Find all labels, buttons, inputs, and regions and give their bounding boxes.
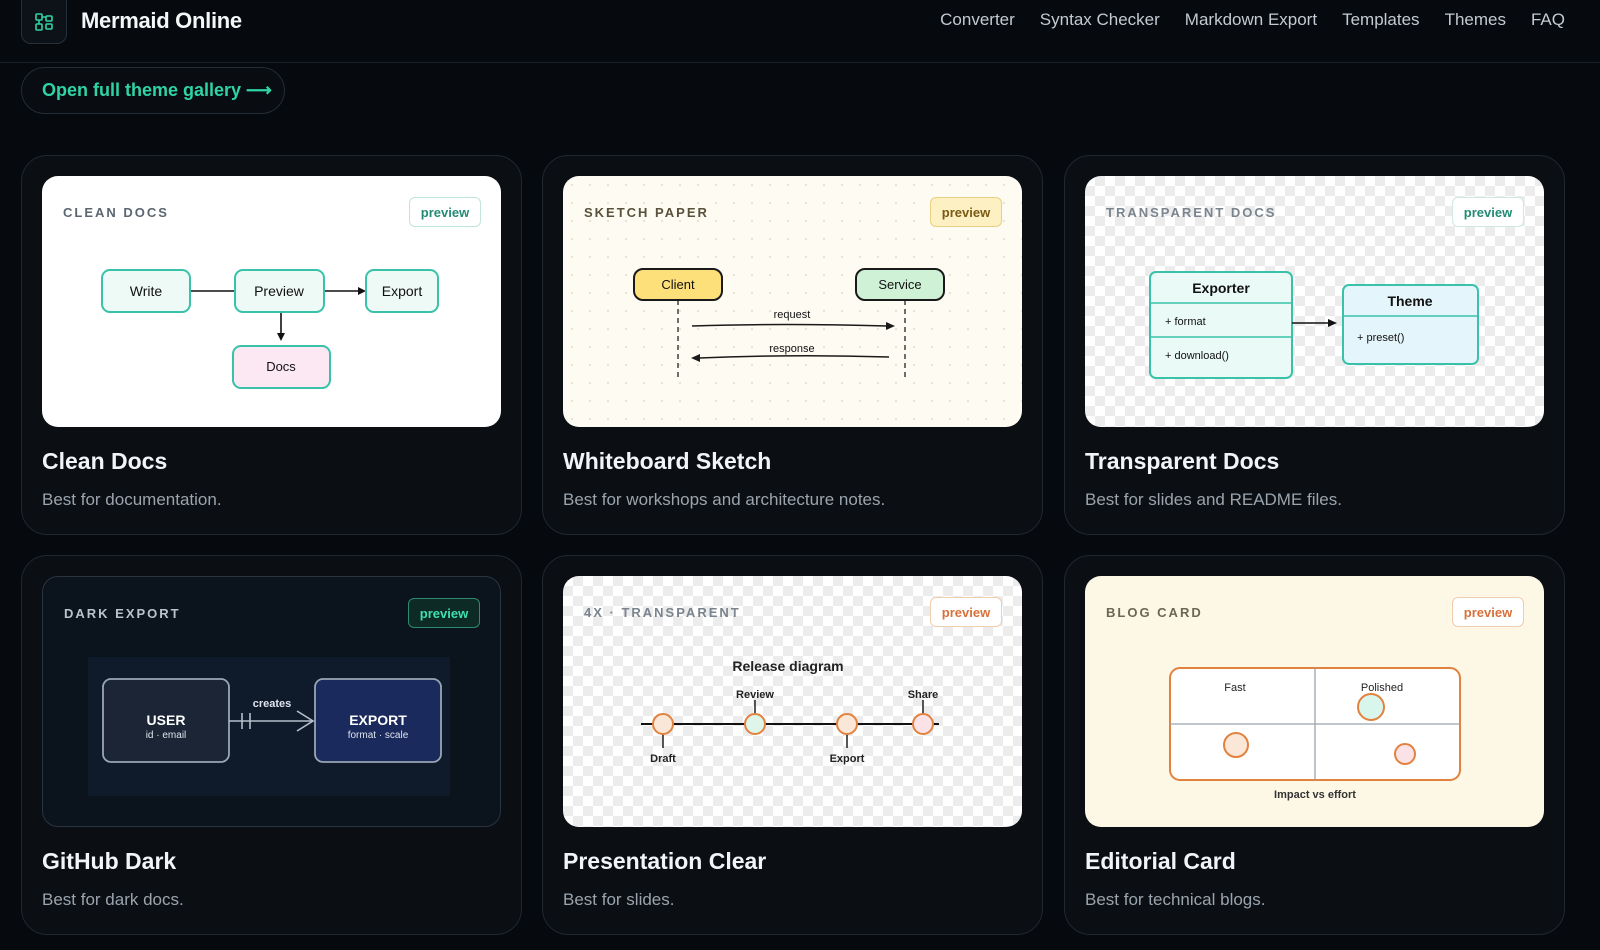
theme-preview: Client Service request response SKETCH P…: [563, 176, 1022, 427]
nav-link-themes[interactable]: Themes: [1445, 10, 1506, 30]
entity-name: EXPORT: [349, 712, 407, 728]
flow-node-label: Write: [130, 283, 163, 299]
flow-node-label: Preview: [254, 283, 305, 299]
preview-title: CLEAN DOCS: [63, 205, 169, 220]
entity-attributes: id · email: [146, 730, 187, 741]
quadrant-label: Fast: [1224, 682, 1245, 694]
quadrant-point: [1357, 693, 1385, 721]
timeline-point: [912, 713, 934, 735]
nav-link-faq[interactable]: FAQ: [1531, 10, 1565, 30]
quadrant-label: Polished: [1361, 682, 1403, 694]
preview-badge[interactable]: preview: [409, 197, 481, 227]
preview-title: BLOG CARD: [1106, 605, 1203, 620]
class-name: Exporter: [1192, 280, 1250, 296]
diagram-title: Release diagram: [732, 658, 843, 674]
relation-label: creates: [253, 698, 292, 710]
class-method: + preset(): [1357, 332, 1404, 344]
theme-title: Clean Docs: [42, 448, 168, 474]
nav-link-syntax-checker[interactable]: Syntax Checker: [1040, 10, 1160, 30]
theme-card-clean-docs[interactable]: Write Preview Export Docs CLEAN DOCS pre…: [21, 155, 522, 535]
theme-card-transparent-docs[interactable]: Exporter + format + download() Theme + p…: [1064, 155, 1565, 535]
diagram-icon[interactable]: [21, 0, 67, 44]
nav-link-templates[interactable]: Templates: [1342, 10, 1419, 30]
theme-preview: Exporter + format + download() Theme + p…: [1085, 176, 1544, 427]
message-label: response: [769, 343, 814, 355]
timeline-point: [744, 713, 766, 735]
theme-title: Editorial Card: [1085, 848, 1236, 874]
class-field: + format: [1165, 316, 1206, 328]
theme-description: Best for slides and README files.: [1085, 490, 1342, 509]
preview-badge[interactable]: preview: [408, 598, 480, 628]
theme-description: Best for dark docs.: [42, 890, 184, 909]
actor-label: Service: [878, 277, 921, 292]
timeline-point: [836, 713, 858, 735]
timeline-label: Draft: [650, 753, 676, 765]
theme-title: Whiteboard Sketch: [563, 448, 772, 474]
class-name: Theme: [1387, 293, 1432, 309]
preview-title: 4X · TRANSPARENT: [584, 605, 741, 620]
theme-card-github-dark[interactable]: USER id · email creates EXPORT format · …: [21, 555, 522, 935]
actor-label: Client: [661, 277, 695, 292]
entity-name: USER: [147, 712, 186, 728]
theme-description: Best for slides.: [563, 890, 675, 909]
preview-title: DARK EXPORT: [64, 606, 181, 621]
theme-title: GitHub Dark: [42, 848, 177, 874]
quadrant-point: [1394, 743, 1416, 765]
main-nav: Converter Syntax Checker Markdown Export…: [940, 10, 1565, 30]
brand-name[interactable]: Mermaid Online: [81, 8, 242, 34]
theme-title: Presentation Clear: [563, 848, 767, 874]
timeline-label: Review: [736, 689, 774, 701]
entity-attributes: format · scale: [348, 730, 409, 741]
theme-preview: Release diagram Draft Review Export Shar…: [563, 576, 1022, 827]
flow-node-label: Docs: [266, 359, 296, 374]
quadrant-point: [1223, 732, 1249, 758]
preview-title: TRANSPARENT DOCS: [1106, 205, 1277, 220]
chart-caption: Impact vs effort: [1274, 789, 1356, 801]
preview-title: SKETCH PAPER: [584, 205, 709, 220]
preview-badge[interactable]: preview: [930, 197, 1002, 227]
theme-card-whiteboard-sketch[interactable]: Client Service request response SKETCH P…: [542, 155, 1043, 535]
top-navigation-bar: Mermaid Online Converter Syntax Checker …: [0, 0, 1600, 63]
message-label: request: [774, 309, 811, 321]
timeline-point: [652, 713, 674, 735]
timeline-label: Export: [830, 753, 865, 765]
nav-link-markdown-export[interactable]: Markdown Export: [1185, 10, 1317, 30]
theme-description: Best for documentation.: [42, 490, 222, 509]
class-method: + download(): [1165, 350, 1229, 362]
open-theme-gallery-button[interactable]: Open full theme gallery ⟶: [21, 67, 285, 114]
theme-card-presentation-clear[interactable]: Release diagram Draft Review Export Shar…: [542, 555, 1043, 935]
theme-preview: Fast Polished Impact vs effort BLOG CARD…: [1085, 576, 1544, 827]
preview-badge[interactable]: preview: [930, 597, 1002, 627]
nav-link-converter[interactable]: Converter: [940, 10, 1015, 30]
timeline-label: Share: [908, 689, 939, 701]
theme-card-editorial-card[interactable]: Fast Polished Impact vs effort BLOG CARD…: [1064, 555, 1565, 935]
flow-node-label: Export: [382, 283, 423, 299]
theme-description: Best for technical blogs.: [1085, 890, 1266, 909]
preview-badge[interactable]: preview: [1452, 197, 1524, 227]
theme-preview: USER id · email creates EXPORT format · …: [42, 576, 501, 827]
theme-description: Best for workshops and architecture note…: [563, 490, 886, 509]
theme-title: Transparent Docs: [1085, 448, 1280, 474]
theme-preview: Write Preview Export Docs CLEAN DOCS pre…: [42, 176, 501, 427]
preview-badge[interactable]: preview: [1452, 597, 1524, 627]
